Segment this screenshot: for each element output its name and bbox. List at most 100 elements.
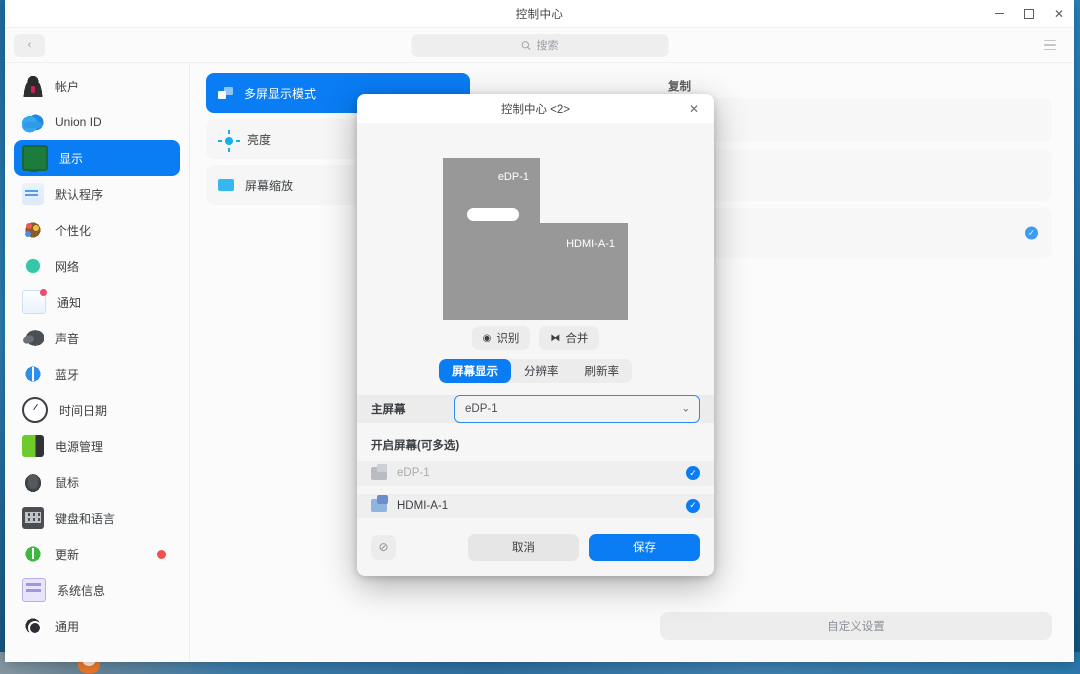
sidebar-item-label: 网络 <box>55 259 80 274</box>
dialog-close-button[interactable]: ✕ <box>683 94 705 123</box>
sidebar-item-union-id[interactable]: Union ID <box>14 104 180 140</box>
keyboard-icon <box>22 507 44 529</box>
reset-button[interactable]: ⊘ <box>371 534 396 560</box>
tab-label: 刷新率 <box>584 366 620 378</box>
display-icon <box>22 145 48 172</box>
display-option-row[interactable] <box>660 98 1052 142</box>
monitor-preview-hdmi-a1[interactable]: HDMI-A-1 <box>443 223 628 320</box>
cloud-icon <box>22 111 44 133</box>
sidebar-item-mouse[interactable]: 鼠标 <box>14 464 180 500</box>
sidebar-item-general[interactable]: 通用 <box>14 608 180 644</box>
notification-icon <box>22 289 47 314</box>
save-button[interactable]: 保存 <box>589 533 700 561</box>
update-icon <box>22 543 44 565</box>
tab-refresh-rate[interactable]: 刷新率 <box>572 359 633 383</box>
monitor-label: eDP-1 <box>497 171 529 183</box>
window-title: 控制中心 <box>515 8 564 21</box>
default-apps-icon <box>22 183 44 205</box>
network-icon <box>22 255 44 277</box>
identify-button[interactable]: ◉ 识别 <box>471 326 531 350</box>
sidebar-item-personalization[interactable]: 个性化 <box>14 212 180 248</box>
sidebar-item-label: 通用 <box>55 619 80 634</box>
primary-screen-label: 主屏幕 <box>371 404 406 416</box>
dialog-footer: ⊘ 取消 保存 <box>357 518 714 576</box>
sidebar-item-datetime[interactable]: 时间日期 <box>14 392 180 428</box>
enabled-screens-label: 开启屏幕(可多选) <box>371 440 460 452</box>
sidebar-item-label: 电源管理 <box>55 439 104 454</box>
panel-section-label: 复制 <box>668 81 691 93</box>
primary-screen-select[interactable]: eDP-1 ⌄ <box>454 395 700 423</box>
sidebar-item-system-info[interactable]: 系统信息 <box>14 572 180 608</box>
sound-icon <box>22 327 44 349</box>
dialog-title: 控制中心 <2> <box>500 103 571 116</box>
close-icon: ✕ <box>688 101 700 116</box>
screen-scale-icon <box>218 179 234 191</box>
account-icon <box>22 75 44 97</box>
tab-label: 分辨率 <box>524 366 559 378</box>
sidebar-item-label: 默认程序 <box>55 187 104 202</box>
external-monitor-icon <box>371 495 388 513</box>
sidebar-item-notification[interactable]: 通知 <box>14 284 180 320</box>
sidebar-item-label: 更新 <box>55 547 80 562</box>
sidebar-item-default-apps[interactable]: 默认程序 <box>14 176 180 212</box>
identify-label: 识别 <box>496 333 520 345</box>
window-titlebar: 控制中心 ✕ <box>5 0 1074 28</box>
general-icon <box>22 615 44 637</box>
subnav-item-label: 多屏显示模式 <box>244 86 317 101</box>
sidebar-item-label: 帐户 <box>55 79 80 94</box>
monitor-label: HDMI-A-1 <box>566 238 615 250</box>
tab-resolution[interactable]: 分辨率 <box>511 359 572 383</box>
brightness-icon <box>218 130 240 152</box>
clock-icon <box>22 397 48 423</box>
check-icon: ✓ <box>686 466 700 481</box>
multiscreen-icon <box>218 87 233 99</box>
sidebar-item-sound[interactable]: 声音 <box>14 320 180 356</box>
sidebar-item-display[interactable]: 显示 <box>14 140 180 176</box>
sidebar-item-keyboard[interactable]: 键盘和语言 <box>14 500 180 536</box>
chevron-left-icon: ‹ <box>27 39 32 51</box>
monitor-overlap-notch <box>467 208 519 221</box>
chevron-down-icon: ⌄ <box>681 403 690 415</box>
display-option-row[interactable]: ✓ <box>660 208 1052 258</box>
check-icon: ✓ <box>686 498 700 513</box>
sidebar-item-account[interactable]: 帐户 <box>14 68 180 104</box>
dialog-tabs: 屏幕显示 分辨率 刷新率 <box>357 359 714 383</box>
hamburger-menu-icon[interactable] <box>1044 38 1058 52</box>
update-badge-dot <box>157 549 166 559</box>
multiscreen-dialog: 控制中心 <2> ✕ eDP-1 HDMI-A-1 ◉ 识别 ⧓ 合并 屏幕显示… <box>357 94 714 576</box>
sidebar-item-update[interactable]: 更新 <box>14 536 180 572</box>
screen-list-item-edp1[interactable]: eDP-1 ✓ <box>357 461 714 486</box>
monitor-action-buttons: ◉ 识别 ⧓ 合并 <box>357 326 714 350</box>
search-input[interactable]: 搜索 <box>411 33 668 57</box>
sidebar: 帐户 Union ID 显示 默认程序 个性化 网络 通知 声音 蓝牙 时间日期… <box>5 63 190 662</box>
display-option-row[interactable] <box>660 149 1052 201</box>
sidebar-item-power[interactable]: 电源管理 <box>14 428 180 464</box>
sidebar-item-label: 鼠标 <box>55 475 80 490</box>
sidebar-item-bluetooth[interactable]: 蓝牙 <box>14 356 180 392</box>
battery-icon <box>22 435 44 457</box>
sidebar-item-label: 系统信息 <box>57 583 106 598</box>
monitor-arrangement-canvas[interactable]: eDP-1 HDMI-A-1 <box>357 123 714 320</box>
custom-settings-button[interactable]: 自定义设置 <box>660 612 1052 640</box>
merge-button[interactable]: ⧓ 合并 <box>539 326 600 350</box>
save-label: 保存 <box>633 542 656 554</box>
tab-screen-display[interactable]: 屏幕显示 <box>439 359 511 383</box>
custom-settings-label: 自定义设置 <box>827 621 885 633</box>
screen-name: eDP-1 <box>397 467 430 480</box>
system-info-icon <box>22 578 46 602</box>
sidebar-item-network[interactable]: 网络 <box>14 248 180 284</box>
back-button[interactable]: ‹ <box>14 33 45 57</box>
primary-screen-row: 主屏幕 eDP-1 ⌄ <box>357 395 714 423</box>
screen-name: HDMI-A-1 <box>397 499 449 512</box>
search-placeholder: 搜索 <box>536 40 559 52</box>
bluetooth-icon <box>22 363 44 385</box>
palette-icon <box>22 219 44 241</box>
sidebar-item-label: 键盘和语言 <box>55 511 116 526</box>
dialog-body: eDP-1 HDMI-A-1 ◉ 识别 ⧓ 合并 屏幕显示 分辨率 刷新率 主屏… <box>357 123 714 576</box>
screen-list-item-hdmi-a1[interactable]: HDMI-A-1 ✓ <box>357 493 714 518</box>
laptop-screen-icon <box>371 463 387 480</box>
display-settings-panel: 复制 ✓ 自定义设置 <box>660 71 1052 662</box>
sidebar-item-label: 显示 <box>59 151 84 166</box>
cancel-button[interactable]: 取消 <box>468 533 579 561</box>
prohibited-icon: ⊘ <box>378 540 389 554</box>
